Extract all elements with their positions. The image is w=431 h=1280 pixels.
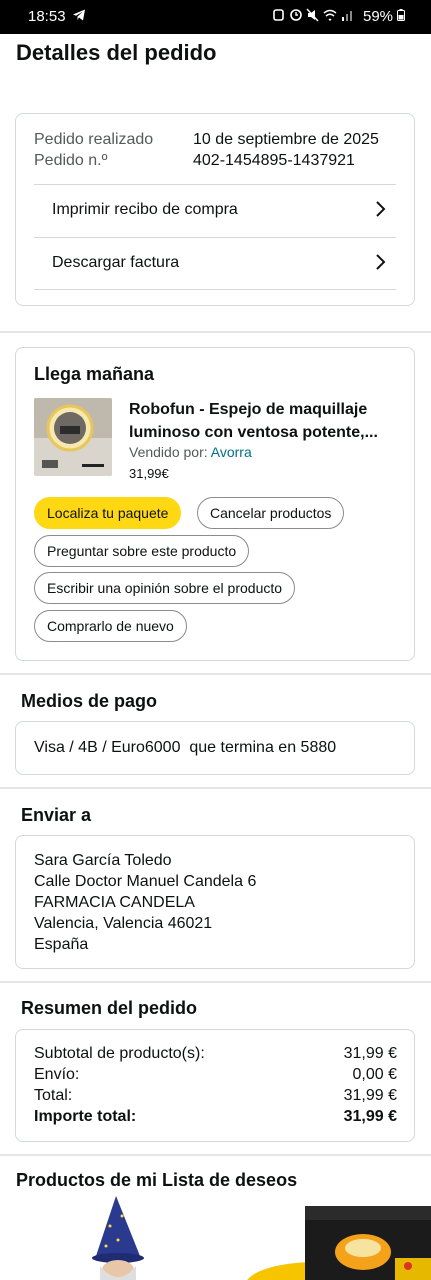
product-price: 31,99€ — [129, 466, 169, 481]
payment-method: Visa / 4B / Euro6000 que termina en 5880 — [34, 739, 337, 756]
summary-value: 0,00 € — [352, 1066, 397, 1083]
seller-line: Vendido por: Avorra — [129, 444, 252, 460]
locate-package-button[interactable]: Localiza tu paquete — [34, 497, 182, 529]
shipping-address-card: Sara García Toledo Calle Doctor Manuel C… — [15, 835, 415, 969]
summary-label: Envío: — [34, 1066, 80, 1083]
download-invoice-link[interactable]: Descargar factura — [34, 237, 396, 290]
section-divider — [0, 981, 431, 983]
battery-indicator: 59% — [363, 8, 406, 25]
shipment-heading: Llega mañana — [34, 364, 155, 384]
product-image[interactable] — [34, 398, 112, 476]
status-time: 18:53 — [28, 8, 66, 25]
download-invoice-label: Descargar factura — [52, 254, 180, 271]
section-divider — [0, 673, 431, 675]
buy-again-button[interactable]: Comprarlo de nuevo — [34, 610, 187, 642]
battery-icon — [397, 9, 406, 21]
summary-row-subtotal: Subtotal de producto(s): 31,99 € — [34, 1045, 397, 1066]
payment-heading: Medios de pago — [21, 691, 158, 711]
product-title[interactable]: Robofun - Espejo de maquillaje luminoso … — [129, 398, 399, 444]
order-number-label: Pedido n.º — [34, 152, 108, 169]
status-bar: 18:53 59% — [0, 0, 431, 34]
order-date-value: 10 de septiembre de 2025 — [193, 131, 379, 148]
summary-value: 31,99 € — [343, 1087, 397, 1104]
print-receipt-link[interactable]: Imprimir recibo de compra — [34, 184, 396, 237]
ask-product-button[interactable]: Preguntar sobre este producto — [34, 535, 250, 567]
summary-value: 31,99 € — [343, 1045, 397, 1062]
summary-label: Subtotal de producto(s): — [34, 1045, 205, 1062]
section-divider — [0, 787, 431, 789]
summary-row-shipping: Envío: 0,00 € — [34, 1066, 397, 1087]
address-name: Sara García Toledo — [34, 852, 172, 869]
chevron-right-icon — [376, 201, 386, 217]
shipment-card: Llega mañana Robofun - Espejo de maquill… — [15, 347, 415, 661]
wishlist-heading: Productos de mi Lista de deseos — [16, 1170, 298, 1190]
order-summary-card: Subtotal de producto(s): 31,99 € Envío: … — [15, 1029, 415, 1142]
order-date-label: Pedido realizado — [34, 131, 154, 148]
address-line2: FARMACIA CANDELA — [34, 894, 195, 911]
payment-card: Visa / 4B / Euro6000 que termina en 5880 — [15, 721, 415, 775]
section-divider — [0, 1154, 431, 1156]
order-number-value: 402-1454895-1437921 — [193, 152, 355, 169]
summary-label: Importe total: — [34, 1108, 137, 1125]
bowl-image — [247, 1206, 431, 1280]
wishlist-item-wizard-hat[interactable] — [88, 1196, 148, 1280]
summary-row-grand-total: Importe total: 31,99 € — [34, 1108, 397, 1129]
print-receipt-label: Imprimir recibo de compra — [52, 201, 238, 218]
shipping-heading: Enviar a — [21, 805, 92, 825]
cancel-products-button[interactable]: Cancelar productos — [197, 497, 345, 529]
summary-row-total: Total: 31,99 € — [34, 1087, 397, 1108]
wishlist-item-bowl[interactable] — [245, 1200, 431, 1280]
write-review-button[interactable]: Escribir una opinión sobre el producto — [34, 572, 296, 604]
status-icons — [272, 8, 358, 25]
summary-label: Total: — [34, 1087, 73, 1104]
address-street: Calle Doctor Manuel Candela 6 — [34, 873, 257, 890]
order-info-card: Pedido realizado 10 de septiembre de 202… — [15, 113, 415, 306]
battery-percent: 59% — [363, 8, 394, 25]
sold-by-label: Vendido por: — [129, 444, 208, 460]
chevron-right-icon — [376, 254, 386, 270]
summary-value: 31,99 € — [343, 1108, 397, 1125]
address-country: España — [34, 936, 89, 953]
page-title: Detalles del pedido — [16, 40, 217, 65]
seller-link[interactable]: Avorra — [211, 444, 252, 460]
section-divider — [0, 331, 431, 333]
wizard-hat-image — [92, 1196, 144, 1280]
summary-heading: Resumen del pedido — [21, 998, 198, 1018]
address-city: Valencia, Valencia 46021 — [34, 915, 213, 932]
telegram-icon — [72, 8, 86, 26]
